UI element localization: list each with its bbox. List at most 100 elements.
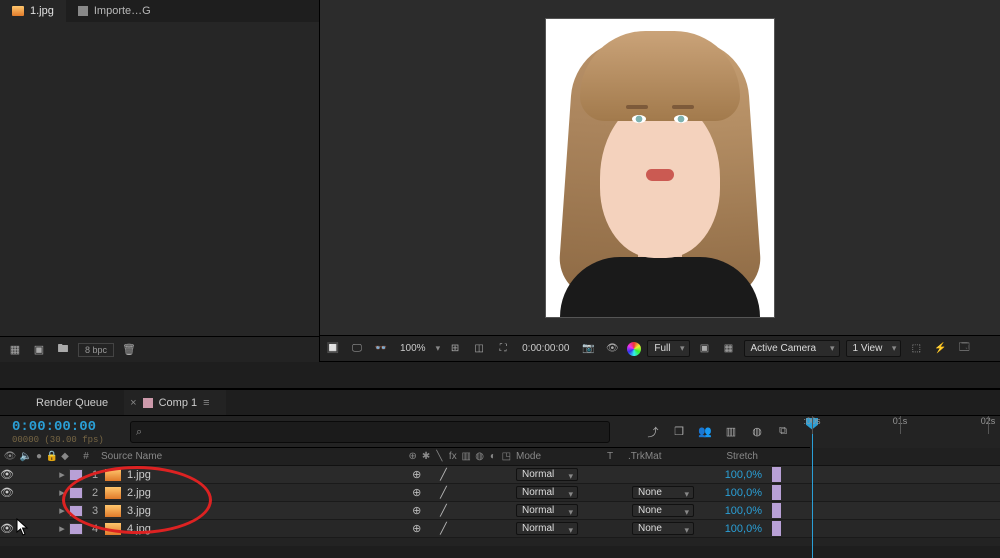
delete-icon[interactable]: 🗑 [120, 341, 138, 359]
layer-duration-bar[interactable] [772, 503, 781, 518]
grid-toggle-icon[interactable]: ⊞ [446, 340, 464, 358]
magnify-icon[interactable]: 🔲 [324, 340, 342, 358]
col-index[interactable]: # [75, 451, 97, 462]
blend-mode-select[interactable]: Normal [516, 486, 578, 499]
layer-switches[interactable]: ⊕╱ [411, 504, 516, 517]
audio-column-icon[interactable]: 🔈 [20, 451, 32, 463]
blend-mode-select[interactable]: Normal [516, 504, 578, 517]
trkmat-select[interactable]: None [632, 522, 694, 535]
layer-name[interactable]: 4.jpg [127, 523, 411, 535]
layer-bar-track[interactable] [772, 484, 1000, 501]
label-color[interactable] [69, 523, 83, 535]
layer-name[interactable]: 1.jpg [127, 469, 411, 481]
solo-column-icon[interactable]: ● [36, 451, 42, 463]
viewer-footer-bar: 🔲 🖵 👓 100% ▾ ⊞ ◫ ⛶ 0:00:00:00 📷 👁 Full ▣… [320, 335, 1000, 361]
guides-icon[interactable]: ◫ [470, 340, 488, 358]
current-timecode[interactable]: 0:00:00:00 [12, 419, 130, 435]
frame-blend-icon[interactable]: ▥ [720, 422, 742, 442]
layer-switches[interactable]: ⊕╱ [411, 468, 516, 481]
stretch-value[interactable]: 100,0% [702, 523, 772, 535]
shy-icon[interactable]: 👥 [694, 422, 716, 442]
visibility-toggle[interactable]: 👁 [0, 522, 14, 535]
project-tab-label: 1.jpg [30, 5, 54, 17]
blend-mode-select[interactable]: Normal [516, 468, 578, 481]
label-color[interactable] [69, 469, 83, 481]
col-source-name[interactable]: Source Name [97, 451, 407, 462]
layer-search-input[interactable] [130, 421, 610, 443]
snapshot-icon[interactable]: 📷 [579, 340, 597, 358]
zoom-level[interactable]: 100% [396, 343, 430, 354]
tab-label: Render Queue [36, 397, 108, 409]
layer-name[interactable]: 3.jpg [127, 505, 411, 517]
color-management-icon[interactable] [627, 342, 641, 356]
twirl-icon[interactable]: ▸ [55, 504, 69, 517]
new-folder-icon[interactable]: 🖿 [54, 341, 72, 359]
col-switches: ⊕ ✱ ╲ fx ▥ ◍ ◐ ◳ [407, 451, 512, 463]
layer-name[interactable]: 2.jpg [127, 487, 411, 499]
layer-duration-bar[interactable] [772, 467, 781, 482]
draft3d-icon[interactable]: ❒ [668, 422, 690, 442]
twirl-icon[interactable]: ▸ [55, 486, 69, 499]
layer-row[interactable]: 👁▸22.jpg⊕╱NormalNone100,0% [0, 484, 1000, 502]
blend-mode-select[interactable]: Normal [516, 522, 578, 535]
label-column-icon[interactable]: ◆ [59, 451, 71, 463]
transparency-icon[interactable]: ▦ [720, 340, 738, 358]
project-tab-imported[interactable]: Importe…G [66, 0, 163, 22]
comp-mini-flow-icon[interactable]: ⤴ [642, 422, 664, 442]
channel-icon[interactable]: 🖵 [348, 340, 366, 358]
mask-icon[interactable]: 👓 [372, 340, 390, 358]
layer-switches[interactable]: ⊕╱ [411, 522, 516, 535]
layer-bar-track[interactable] [772, 466, 1000, 483]
new-comp-icon[interactable]: ▣ [30, 341, 48, 359]
stretch-value[interactable]: 100,0% [702, 469, 772, 481]
layer-duration-bar[interactable] [772, 485, 781, 500]
trkmat-select[interactable]: None [632, 486, 694, 499]
layer-duration-bar[interactable] [772, 521, 781, 536]
col-trkmat[interactable]: .TrkMat [628, 451, 698, 462]
layer-bar-track[interactable] [772, 502, 1000, 519]
visibility-toggle[interactable]: 👁 [0, 468, 14, 481]
viewer-time[interactable]: 0:00:00:00 [518, 343, 573, 354]
layer-row[interactable]: 👁▸44.jpg⊕╱NormalNone100,0% [0, 520, 1000, 538]
layer-bar-track[interactable] [772, 520, 1000, 537]
col-t[interactable]: T [592, 451, 628, 462]
safe-zones-icon[interactable]: ⛶ [494, 340, 512, 358]
roi-icon[interactable]: ▣ [696, 340, 714, 358]
label-color[interactable] [69, 487, 83, 499]
close-tab-icon[interactable]: × [130, 397, 136, 409]
timeline-tool-row: ⤴ ❒ 👥 ▥ ◍ ⧉ [636, 422, 800, 442]
interpret-footage-icon[interactable]: ▦ [6, 341, 24, 359]
layer-row[interactable]: 👁▸11.jpg⊕╱Normal100,0% [0, 466, 1000, 484]
show-snapshot-icon[interactable]: 👁 [603, 340, 621, 358]
time-ruler[interactable]: :00s 01s 02s [810, 416, 1000, 448]
twirl-icon[interactable]: ▸ [55, 468, 69, 481]
tab-render-queue[interactable]: Render Queue [20, 390, 124, 415]
pixel-aspect-icon[interactable]: ⬚ [907, 340, 925, 358]
views-select[interactable]: 1 View [846, 340, 902, 357]
video-column-icon[interactable]: 👁 [4, 451, 16, 463]
visibility-toggle[interactable]: 👁 [0, 486, 14, 499]
project-bpc[interactable]: 8 bpc [78, 343, 114, 357]
motion-blur-icon[interactable]: ◍ [746, 422, 768, 442]
layer-row[interactable]: ▸33.jpg⊕╱NormalNone100,0% [0, 502, 1000, 520]
twirl-icon[interactable]: ▸ [55, 522, 69, 535]
graph-editor-icon[interactable]: ⧉ [772, 422, 794, 442]
resolution-select[interactable]: Full [647, 340, 689, 357]
tab-menu-icon[interactable]: ≡ [203, 397, 209, 409]
project-tab-1jpg[interactable]: 1.jpg [0, 0, 66, 22]
timeline-sync-icon[interactable]: 🗔 [955, 340, 973, 358]
stretch-value[interactable]: 100,0% [702, 505, 772, 517]
col-mode[interactable]: Mode [512, 451, 592, 462]
stretch-value[interactable]: 100,0% [702, 487, 772, 499]
layer-switches[interactable]: ⊕╱ [411, 486, 516, 499]
composition-view[interactable] [320, 0, 1000, 335]
label-color[interactable] [69, 505, 83, 517]
trkmat-select[interactable]: None [632, 504, 694, 517]
portrait-brow [672, 105, 694, 109]
camera-select[interactable]: Active Camera [744, 340, 840, 357]
tab-comp1[interactable]: × Comp 1 ≡ [124, 390, 225, 415]
fast-previews-icon[interactable]: ⚡ [931, 340, 949, 358]
chevron-down-icon[interactable]: ▾ [436, 343, 441, 354]
image-file-icon [105, 469, 121, 481]
col-stretch[interactable]: Stretch [698, 451, 768, 462]
